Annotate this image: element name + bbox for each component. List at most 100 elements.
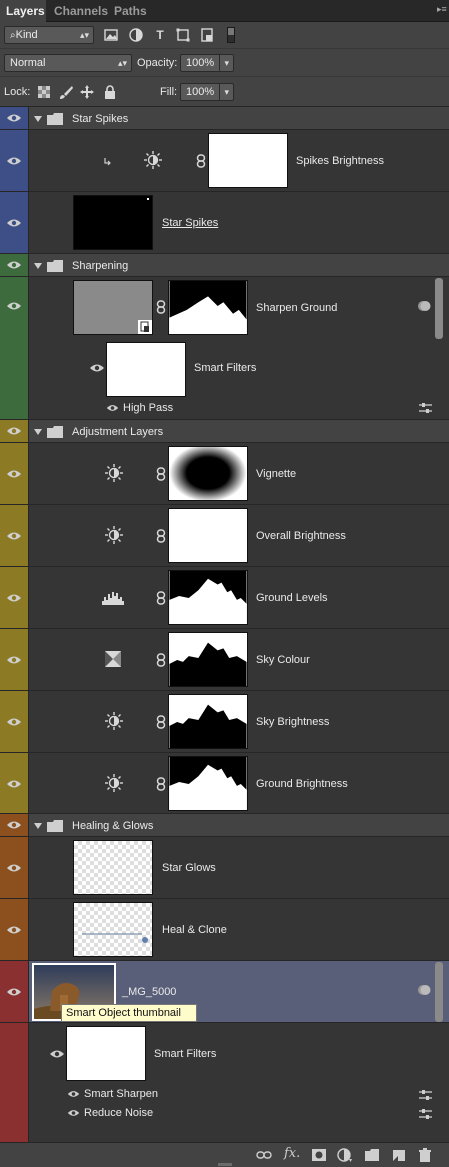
layer-heal-clone[interactable]: Heal & Clone — [0, 899, 449, 961]
blending-options-icon[interactable] — [419, 1108, 432, 1120]
lock-all-padlock-icon[interactable] — [102, 84, 118, 100]
chain-link-icon[interactable] — [156, 777, 166, 791]
visibility-toggle[interactable] — [0, 629, 29, 690]
filter-row-reduce-noise[interactable]: Reduce Noise — [29, 1104, 449, 1123]
layer-mask-thumbnail[interactable] — [168, 632, 248, 687]
type-filter-icon[interactable]: T — [152, 27, 168, 43]
layer-mask-thumbnail[interactable] — [168, 756, 248, 811]
layer-mask-thumbnail[interactable] — [168, 446, 248, 501]
add-layer-mask-icon[interactable] — [311, 1148, 327, 1162]
link-layers-icon[interactable] — [256, 1148, 272, 1162]
delete-layer-trash-icon[interactable] — [417, 1148, 433, 1162]
layer-group-star-spikes[interactable]: Star Spikes — [0, 107, 449, 130]
eye-icon[interactable] — [49, 1048, 65, 1060]
blending-options-icon[interactable] — [419, 402, 432, 414]
kind-filter-select[interactable]: ⌕Kind ▴▾ — [4, 26, 94, 44]
tab-layers[interactable]: Layers — [0, 0, 46, 22]
smart-object-filter-icon[interactable] — [199, 27, 215, 43]
eye-icon[interactable] — [67, 1089, 80, 1099]
smart-filters-row[interactable]: Smart Filters — [29, 339, 449, 398]
layer-thumbnail-transparent[interactable] — [73, 840, 153, 895]
filter-toggle-switch[interactable] — [227, 27, 235, 43]
visibility-toggle[interactable] — [0, 443, 29, 504]
smart-filter-options-icon[interactable] — [417, 984, 431, 996]
visibility-toggle[interactable] — [0, 961, 29, 1022]
layer-mask-thumbnail[interactable] — [168, 570, 248, 625]
layer-thumbnail[interactable] — [73, 280, 153, 335]
group-collapse-triangle-icon[interactable] — [34, 116, 42, 122]
resize-grip[interactable] — [218, 1163, 232, 1166]
lock-transparent-pixels-icon[interactable] — [36, 84, 52, 100]
visibility-toggle[interactable] — [0, 753, 29, 813]
chain-link-icon[interactable] — [156, 591, 166, 605]
visibility-toggle[interactable] — [0, 567, 29, 628]
new-layer-icon[interactable] — [391, 1148, 407, 1162]
smart-filter-mask-thumbnail[interactable] — [66, 1026, 146, 1081]
layer-star-spikes[interactable]: Star Spikes — [0, 192, 449, 254]
visibility-toggle[interactable] — [0, 130, 29, 191]
visibility-toggle[interactable] — [0, 277, 29, 419]
chain-link-icon[interactable] — [156, 467, 166, 481]
scrollbar-thumb[interactable] — [435, 278, 443, 339]
layer-star-glows[interactable]: Star Glows — [0, 837, 449, 899]
layer-group-adjustment-layers[interactable]: Adjustment Layers — [0, 420, 449, 443]
filter-row-smart-sharpen[interactable]: Smart Sharpen — [29, 1085, 449, 1104]
visibility-toggle[interactable] — [0, 814, 29, 836]
lock-image-pixels-brush-icon[interactable] — [58, 84, 74, 100]
chain-link-icon[interactable] — [156, 300, 166, 314]
scrollbar-thumb[interactable] — [435, 962, 443, 1022]
new-group-folder-icon[interactable] — [364, 1148, 380, 1162]
group-collapse-triangle-icon[interactable] — [34, 263, 42, 269]
layer-thumbnail-transparent[interactable] — [73, 902, 153, 957]
visibility-toggle[interactable] — [0, 505, 29, 566]
opacity-field[interactable]: 100% ▾ — [180, 54, 234, 72]
group-collapse-triangle-icon[interactable] — [34, 823, 42, 829]
filter-row-high-pass[interactable]: High Pass — [29, 398, 449, 419]
layer-overall-brightness[interactable]: Overall Brightness — [0, 505, 449, 567]
chain-link-icon[interactable] — [196, 154, 206, 168]
layer-sky-colour[interactable]: Sky Colour — [0, 629, 449, 691]
layer-vignette[interactable]: Vignette — [0, 443, 449, 505]
eye-icon[interactable] — [89, 362, 105, 374]
tab-channels[interactable]: Channels — [48, 0, 114, 22]
visibility-toggle[interactable] — [0, 420, 29, 442]
visibility-toggle[interactable] — [0, 192, 29, 253]
blend-mode-select[interactable]: Normal ▴▾ — [4, 54, 132, 72]
eye-icon[interactable] — [67, 1108, 80, 1118]
fill-field[interactable]: 100% ▾ — [180, 83, 234, 101]
lock-position-move-icon[interactable] — [79, 84, 95, 100]
layer-mask-thumbnail[interactable] — [168, 508, 248, 563]
chain-link-icon[interactable] — [156, 715, 166, 729]
layer-ground-levels[interactable]: Ground Levels — [0, 567, 449, 629]
shape-filter-icon[interactable] — [175, 27, 191, 43]
layer-mask-thumbnail[interactable] — [168, 694, 248, 749]
layer-ground-brightness[interactable]: Ground Brightness — [0, 753, 449, 814]
smart-filter-mask-thumbnail[interactable] — [106, 342, 186, 397]
smart-filters-row[interactable]: Smart Filters — [29, 1023, 449, 1085]
visibility-toggle[interactable] — [0, 254, 29, 276]
layer-spikes-brightness[interactable]: Spikes Brightness — [0, 130, 449, 192]
visibility-toggle[interactable] — [0, 899, 29, 960]
tab-paths[interactable]: Paths — [108, 0, 153, 22]
layer-mask-thumbnail[interactable] — [208, 133, 288, 188]
layer-sharpen-ground[interactable]: Sharpen Ground Smart Filters High Pass — [0, 277, 449, 420]
visibility-toggle[interactable] — [0, 107, 29, 129]
eye-icon[interactable] — [106, 403, 119, 413]
chain-link-icon[interactable] — [156, 529, 166, 543]
panel-menu-icon[interactable]: ▸≡ — [437, 4, 447, 15]
smart-filter-options-icon[interactable] — [417, 300, 431, 312]
group-collapse-triangle-icon[interactable] — [34, 429, 42, 435]
chain-link-icon[interactable] — [156, 653, 166, 667]
layer-thumbnail[interactable] — [73, 195, 153, 250]
blending-options-icon[interactable] — [419, 1089, 432, 1101]
fx-layer-style-icon[interactable]: fx. — [284, 1146, 300, 1161]
visibility-toggle[interactable] — [0, 691, 29, 752]
visibility-toggle[interactable] — [0, 837, 29, 898]
layer-sky-brightness[interactable]: Sky Brightness — [0, 691, 449, 753]
layer-mask-thumbnail[interactable] — [168, 280, 248, 335]
adjustment-filter-icon[interactable] — [128, 27, 144, 43]
layer-group-sharpening[interactable]: Sharpening — [0, 254, 449, 277]
layer-group-healing-glows[interactable]: Healing & Glows — [0, 814, 449, 837]
pixel-filter-icon[interactable] — [103, 27, 119, 43]
new-adjustment-layer-icon[interactable]: ▾ — [337, 1148, 353, 1162]
